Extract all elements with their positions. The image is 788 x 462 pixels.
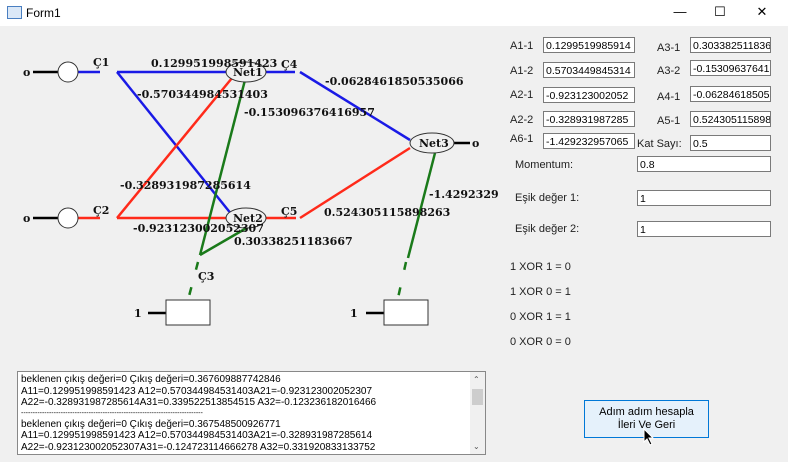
label-a3-2: A3-2: [657, 65, 681, 77]
label-c1: Ç1: [93, 56, 109, 69]
input-a3-2[interactable]: -0.153096376416: [690, 60, 771, 76]
mouse-cursor-icon: [643, 428, 655, 446]
input-kat-sayi[interactable]: 0.5: [690, 135, 771, 151]
output-value: o: [472, 137, 479, 150]
label-a2-1: A2-1: [510, 89, 534, 101]
label-esik-2: Eşik değer 2:: [515, 223, 580, 235]
xor-result-1: 1 XOR 1 = 0: [510, 261, 571, 273]
log-separator: ----------------------------------------…: [21, 409, 203, 417]
bias2-value: 1: [350, 307, 358, 320]
input-a4-1[interactable]: -0.062846185053: [690, 86, 771, 102]
weight-a6-label: -1.4292329: [429, 188, 499, 201]
weight-a12-label: -0.570344984531403: [137, 88, 268, 101]
input1-value: o: [23, 66, 30, 79]
maximize-button[interactable]: ☐: [700, 0, 740, 26]
label-c4: Ç4: [281, 58, 298, 71]
input-a2-1[interactable]: -0.923123002052: [543, 87, 635, 103]
scroll-down-icon[interactable]: ⌄: [473, 441, 480, 453]
close-button[interactable]: ✕: [742, 0, 782, 26]
minimize-button[interactable]: —: [660, 0, 700, 26]
label-a5-1: A5-1: [657, 115, 681, 127]
weight-a22-label: -0.923123002052307: [133, 222, 264, 235]
weight-a31-label: 0.30338251183667: [234, 235, 353, 248]
input-a1-2[interactable]: 0.5703449845314: [543, 62, 635, 78]
log-line: A22=-0.923123002052307A31=-0.12472311466…: [21, 441, 376, 453]
weight-a32-label: -0.153096376416957: [244, 106, 375, 119]
net3-label: Net3: [419, 137, 449, 150]
label-a3-1: A3-1: [657, 42, 681, 54]
weight-a5-label: 0.524305115898263: [324, 206, 450, 219]
input-momentum[interactable]: 0.8: [637, 156, 771, 172]
input-esik-2[interactable]: 1: [637, 221, 771, 237]
input-neuron-2: [57, 207, 79, 229]
weight-a4-label: -0.0628461850535066: [325, 75, 464, 88]
log-textbox[interactable]: beklenen çıkış değeri=0 Çıkış değeri=0.3…: [17, 371, 486, 455]
label-a1-2: A1-2: [510, 65, 534, 77]
xor-result-4: 0 XOR 0 = 0: [510, 336, 571, 348]
weight-a21-label: -0.328931987285614: [120, 179, 251, 192]
xor-result-2: 1 XOR 0 = 1: [510, 286, 571, 298]
label-c5: Ç5: [281, 205, 297, 218]
input-neuron-1: [57, 61, 79, 83]
label-momentum: Momentum:: [515, 159, 574, 171]
label-kat-sayi: Kat Sayı:: [637, 138, 682, 150]
log-line: A11=0.129951998591423 A12=0.570344984531…: [21, 430, 373, 441]
log-line: beklenen çıkış değeri=0 Çıkış değeri=0.3…: [21, 418, 281, 430]
input-a5-1[interactable]: 0.5243051158982: [690, 111, 771, 127]
input2-value: o: [23, 212, 30, 225]
log-line: A11=0.129951998591423 A12=0.570344984531…: [21, 385, 373, 397]
input-esik-1[interactable]: 1: [637, 190, 771, 206]
label-a4-1: A4-1: [657, 91, 681, 103]
xor-result-3: 0 XOR 1 = 1: [510, 311, 571, 323]
input-a6-1[interactable]: -1.429232957065: [543, 133, 635, 149]
network-diagram: o o o 1 1 Ç1 Ç2 Ç3 Ç4 Ç5 Net1 Net2 Net3 …: [23, 56, 499, 326]
label-esik-1: Eşik değer 1:: [515, 192, 580, 204]
log-line: beklenen çıkış değeri=0 Çıkış değeri=0.3…: [21, 374, 281, 385]
label-c2: Ç2: [93, 204, 109, 217]
scrollbar-thumb[interactable]: [472, 389, 483, 405]
label-a1-1: A1-1: [510, 40, 534, 52]
scroll-up-icon[interactable]: ⌃: [473, 374, 480, 386]
bias-box-1: [165, 299, 211, 326]
label-c3: Ç3: [198, 270, 214, 283]
weight-a11-label: 0.129951998591423: [151, 57, 277, 70]
button-line-1: Adım adım hesapla: [599, 406, 694, 418]
label-a2-2: A2-2: [510, 114, 534, 126]
label-a6-1: A6-1: [510, 133, 534, 145]
input-a1-1[interactable]: 0.1299519985914: [543, 37, 635, 53]
bias1-value: 1: [134, 307, 142, 320]
log-scrollbar[interactable]: ⌃ ⌄: [470, 372, 485, 454]
log-line: A22=-0.328931987285614A31=0.339522513854…: [21, 397, 377, 408]
input-a3-1[interactable]: 0.3033825118366: [690, 37, 771, 53]
input-a2-2[interactable]: -0.328931987285: [543, 111, 635, 127]
bias-box-2: [383, 299, 429, 326]
